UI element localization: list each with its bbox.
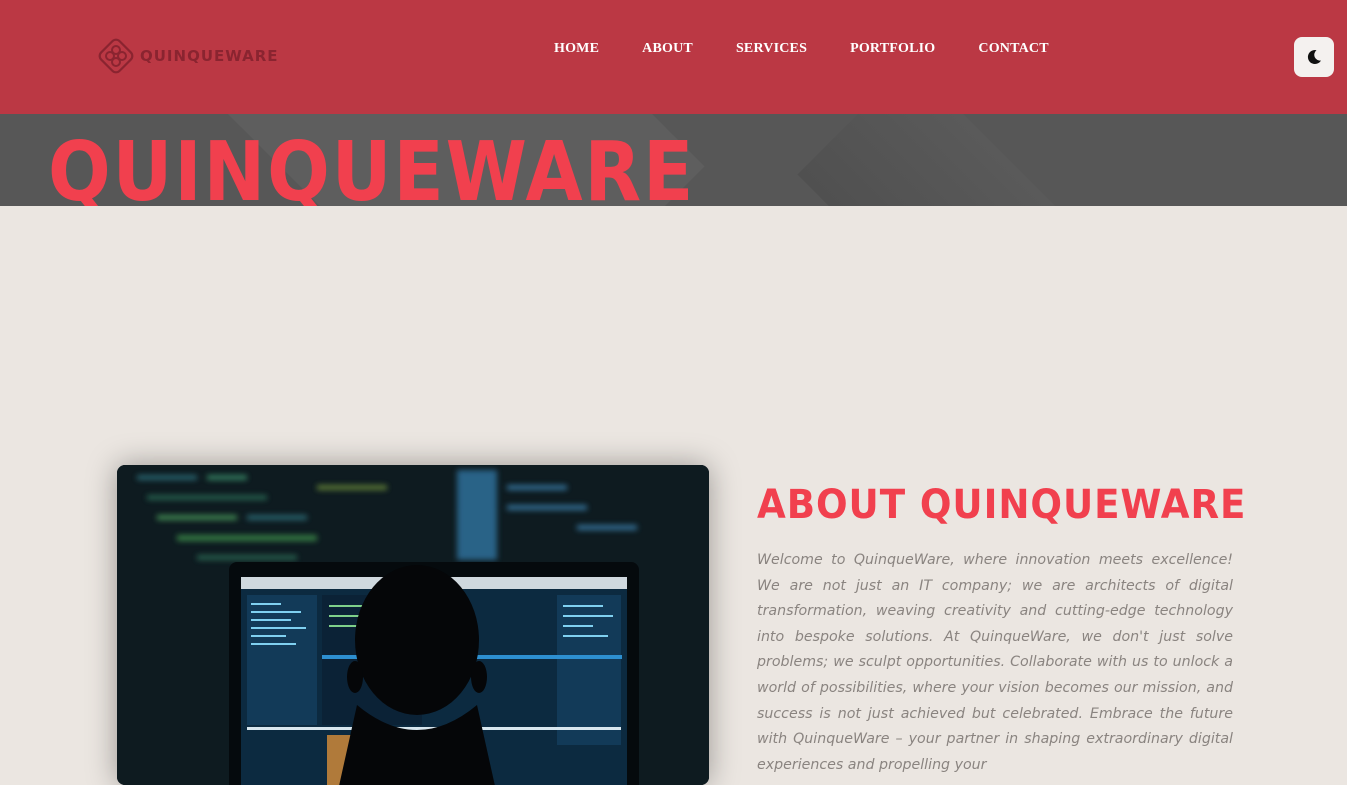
- about-heading: ABOUT QUINQUEWARE: [757, 482, 1247, 528]
- about-paragraph: Welcome to QuinqueWare, where innovation…: [757, 552, 1233, 773]
- nav-services[interactable]: SERVICES: [736, 39, 807, 59]
- site-header: QUINQUEWARE HOME ABOUT SERVICES PORTFOLI…: [0, 0, 1347, 114]
- hero-banner: QUINQUEWARE: [0, 114, 1347, 206]
- nav-home[interactable]: HOME: [554, 39, 599, 59]
- nav-contact[interactable]: CONTACT: [978, 39, 1048, 59]
- logo-text: QUINQUEWARE: [140, 47, 279, 65]
- hero-title: QUINQUEWARE: [48, 125, 696, 207]
- logo[interactable]: QUINQUEWARE: [94, 33, 279, 79]
- nav-about[interactable]: ABOUT: [642, 39, 693, 59]
- hero-decoration: [797, 114, 1123, 206]
- nav-portfolio[interactable]: PORTFOLIO: [850, 39, 935, 59]
- logo-icon: [98, 38, 134, 74]
- about-image: [117, 465, 709, 785]
- theme-toggle-button[interactable]: [1294, 37, 1334, 77]
- person-at-laptop-image: [117, 465, 709, 785]
- main-nav: HOME ABOUT SERVICES PORTFOLIO CONTACT: [554, 39, 1049, 59]
- moon-icon: [1307, 50, 1321, 65]
